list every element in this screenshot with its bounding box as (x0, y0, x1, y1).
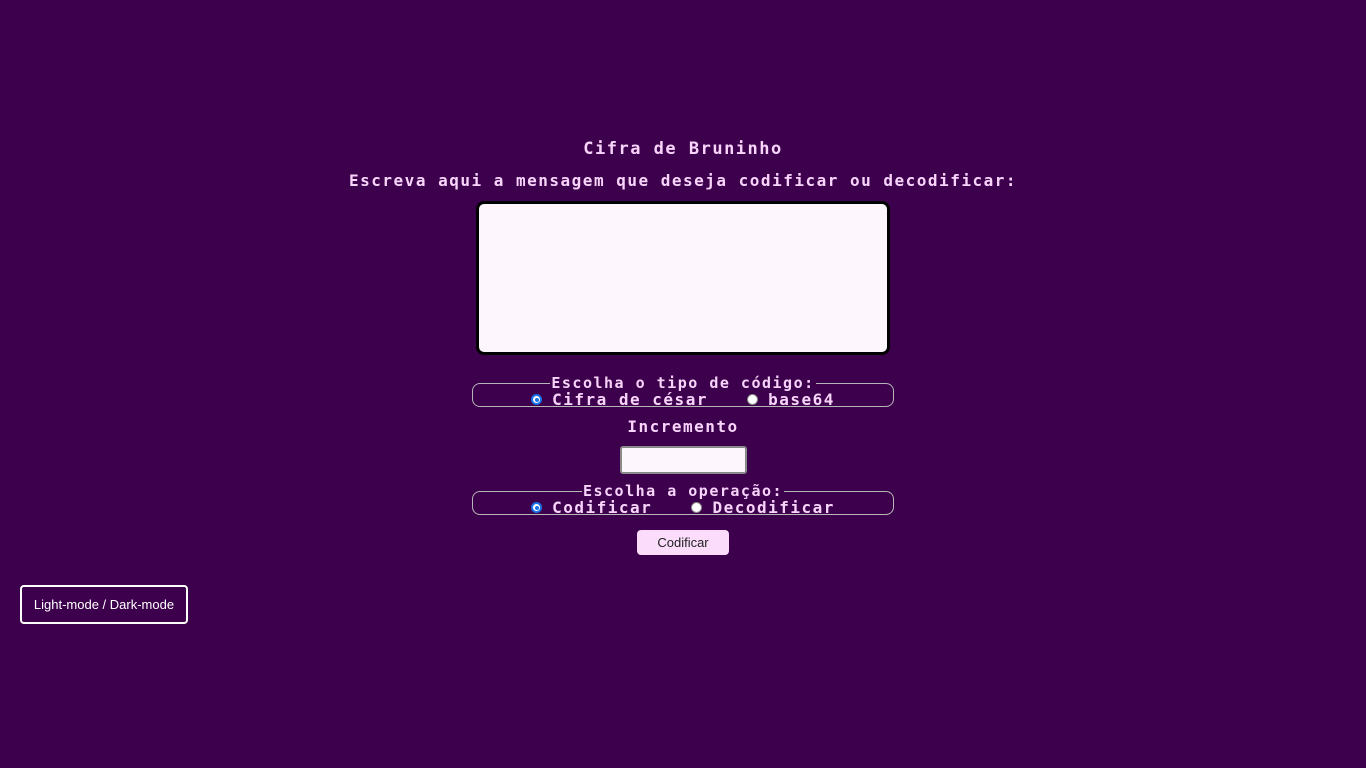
caesar-cipher-option[interactable]: Cifra de césar (531, 389, 708, 409)
operation-fieldset: Escolha a operação: Codificar Decodifica… (472, 484, 894, 515)
base64-option[interactable]: base64 (747, 389, 835, 409)
encode-label: Codificar (552, 497, 653, 517)
increment-label: Incremento (627, 417, 739, 436)
encode-option[interactable]: Codificar (531, 497, 653, 517)
decode-option[interactable]: Decodificar (691, 497, 835, 517)
increment-input[interactable] (620, 446, 747, 474)
encode-submit-button[interactable]: Codificar (637, 530, 729, 555)
code-type-legend: Escolha o tipo de código: (551, 374, 815, 392)
operation-legend: Escolha a operação: (582, 482, 784, 500)
code-type-fieldset: Escolha o tipo de código: Cifra de césar… (472, 376, 894, 407)
encode-radio[interactable] (531, 502, 543, 513)
message-prompt: Escreva aqui a mensagem que deseja codif… (349, 171, 1017, 190)
page: Cifra de Bruninho Escreva aqui a mensage… (0, 0, 1366, 768)
base64-label: base64 (768, 389, 835, 409)
decode-label: Decodificar (712, 497, 835, 517)
page-title: Cifra de Bruninho (583, 139, 783, 159)
base64-radio[interactable] (747, 394, 759, 405)
theme-toggle-button[interactable]: Light-mode / Dark-mode (20, 585, 188, 624)
caesar-cipher-label: Cifra de césar (552, 389, 708, 409)
decode-radio[interactable] (691, 502, 703, 513)
message-textarea[interactable] (476, 201, 890, 355)
caesar-cipher-radio[interactable] (531, 394, 543, 405)
